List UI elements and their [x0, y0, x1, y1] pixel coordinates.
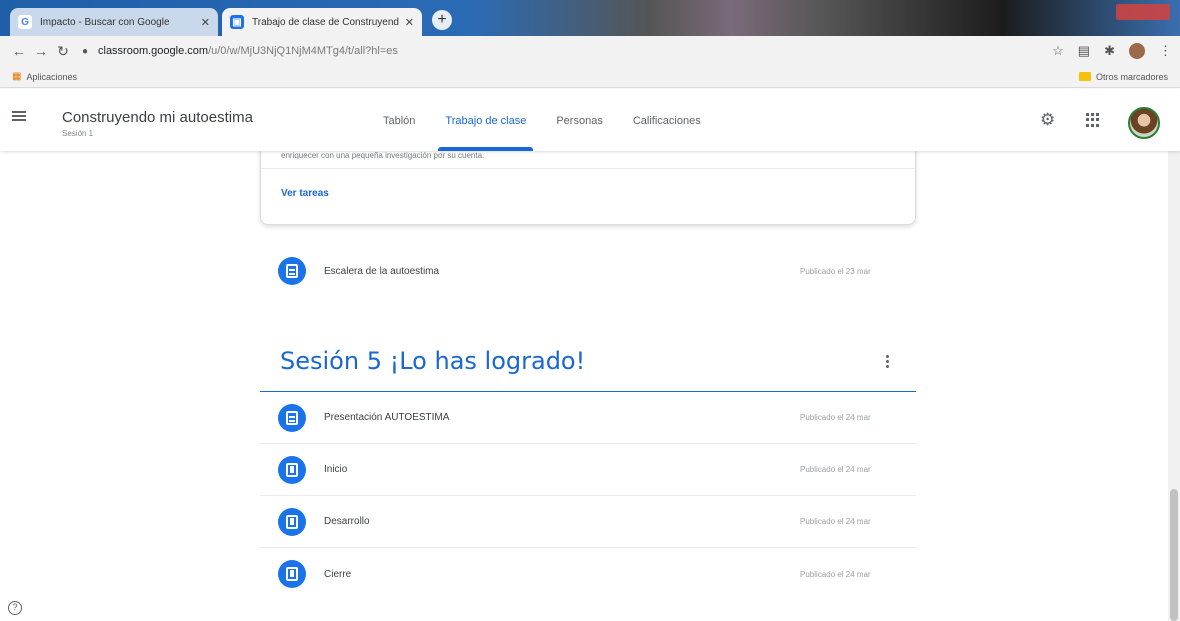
class-section: Sesión 1 [62, 129, 94, 138]
back-arrow-icon[interactable]: ← [8, 43, 30, 59]
browser-tab-classroom[interactable]: ▣ Trabajo de clase de Construyendo ✕ [222, 8, 422, 36]
scrollbar[interactable] [1168, 89, 1180, 621]
lock-icon: ● [82, 45, 89, 57]
list-item[interactable]: Desarrollo Publicado el 24 mar [260, 496, 916, 548]
apps-grid-icon: ▦ [12, 71, 22, 82]
item-title: Desarrollo [324, 516, 370, 527]
close-tab-icon[interactable]: ✕ [405, 16, 414, 29]
puzzle-icon[interactable]: ✱ [1104, 43, 1115, 59]
google-favicon-icon: G [18, 15, 32, 29]
classroom-header: Construyendo mi autoestima Sesión 1 Tabl… [0, 89, 1180, 151]
tab-grades[interactable]: Calificaciones [618, 89, 716, 151]
topic-header: Sesión 5 ¡Lo has logrado! [260, 337, 916, 392]
material-icon [278, 403, 306, 432]
view-assignment-link[interactable]: Ver tareas [281, 188, 329, 199]
class-title[interactable]: Construyendo mi autoestima [62, 109, 253, 126]
item-date: Publicado el 24 mar [800, 569, 871, 579]
item-title: Presentación AUTOESTIMA [324, 412, 450, 423]
item-title: Inicio [324, 464, 348, 475]
url-host: classroom.google.com [98, 45, 209, 57]
class-tabs: Tablón Trabajo de clase Personas Calific… [368, 89, 716, 151]
browser-tab-strip: G Impacto - Buscar con Google ✕ ▣ Trabaj… [0, 0, 1180, 36]
tab-people[interactable]: Personas [541, 89, 617, 151]
new-tab-button[interactable]: + [432, 10, 452, 30]
bookmark-star-icon[interactable]: ☆ [1052, 43, 1064, 59]
assignment-description: enriquecer con una pequeña investigación… [281, 151, 485, 160]
account-avatar[interactable] [1128, 107, 1160, 139]
assignment-icon [278, 560, 306, 588]
item-date: Publicado el 24 mar [800, 413, 871, 422]
card-divider [261, 168, 915, 169]
item-date: Publicado el 24 mar [800, 517, 871, 526]
tab-label: Impacto - Buscar con Google [40, 16, 170, 28]
classwork-list: enriquecer con una pequeña investigación… [0, 151, 1168, 621]
scrollbar-thumb[interactable] [1170, 489, 1178, 621]
item-date: Publicado el 23 mar [800, 266, 871, 276]
bookmarks-bar: ▦ Aplicaciones Otros marcadores [0, 66, 1180, 88]
item-date: Publicado el 24 mar [800, 465, 871, 474]
browser-tab-google-search[interactable]: G Impacto - Buscar con Google ✕ [10, 8, 218, 36]
kebab-menu-icon[interactable]: ⋮ [1159, 43, 1172, 59]
list-item[interactable]: Inicio Publicado el 24 mar [260, 444, 916, 496]
help-icon[interactable]: ? [8, 601, 22, 615]
list-item[interactable]: Cierre Publicado el 24 mar [260, 548, 916, 600]
tab-classwork[interactable]: Trabajo de clase [430, 89, 541, 151]
material-icon [278, 257, 306, 285]
google-apps-icon[interactable] [1086, 113, 1100, 127]
url-path: /u/0/w/MjU3NjQ1NjM4MTg4/t/all?hl=es [208, 45, 398, 57]
bookmark-apps[interactable]: Aplicaciones [26, 72, 77, 82]
browser-toolbar: ← → ↻ ● classroom.google.com /u/0/w/MjU3… [0, 36, 1180, 66]
hamburger-menu-icon[interactable] [12, 111, 26, 121]
folder-icon [1078, 72, 1091, 81]
assignment-icon [278, 507, 306, 536]
topic-title: Sesión 5 ¡Lo has logrado! [280, 347, 586, 375]
other-bookmarks-label: Otros marcadores [1095, 71, 1168, 82]
close-tab-icon[interactable]: ✕ [201, 16, 210, 29]
classroom-favicon-icon: ▣ [230, 15, 244, 29]
extension-icon[interactable]: ▤ [1078, 43, 1090, 59]
tab-label: Trabajo de clase de Construyendo [252, 16, 399, 28]
item-title: Escalera de la autoestima [324, 265, 440, 277]
address-bar[interactable]: ● classroom.google.com /u/0/w/MjU3NjQ1Nj… [82, 39, 1042, 63]
other-bookmarks[interactable]: Otros marcadores [1078, 71, 1168, 82]
tab-stream[interactable]: Tablón [368, 89, 430, 151]
profile-avatar[interactable] [1129, 43, 1145, 59]
forward-arrow-icon[interactable]: → [30, 43, 52, 59]
list-item[interactable]: Escalera de la autoestima Publicado el 2… [260, 245, 916, 297]
item-title: Cierre [324, 568, 352, 580]
expanded-assignment-card: enriquecer con una pequeña investigación… [260, 151, 916, 225]
list-item[interactable]: Presentación AUTOESTIMA Publicado el 24 … [260, 392, 916, 444]
window-controls[interactable] [1116, 4, 1170, 20]
settings-gear-icon[interactable]: ⚙ [1040, 111, 1055, 129]
assignment-icon [278, 455, 306, 484]
reload-icon[interactable]: ↻ [52, 43, 74, 60]
more-options-icon[interactable] [886, 355, 890, 369]
